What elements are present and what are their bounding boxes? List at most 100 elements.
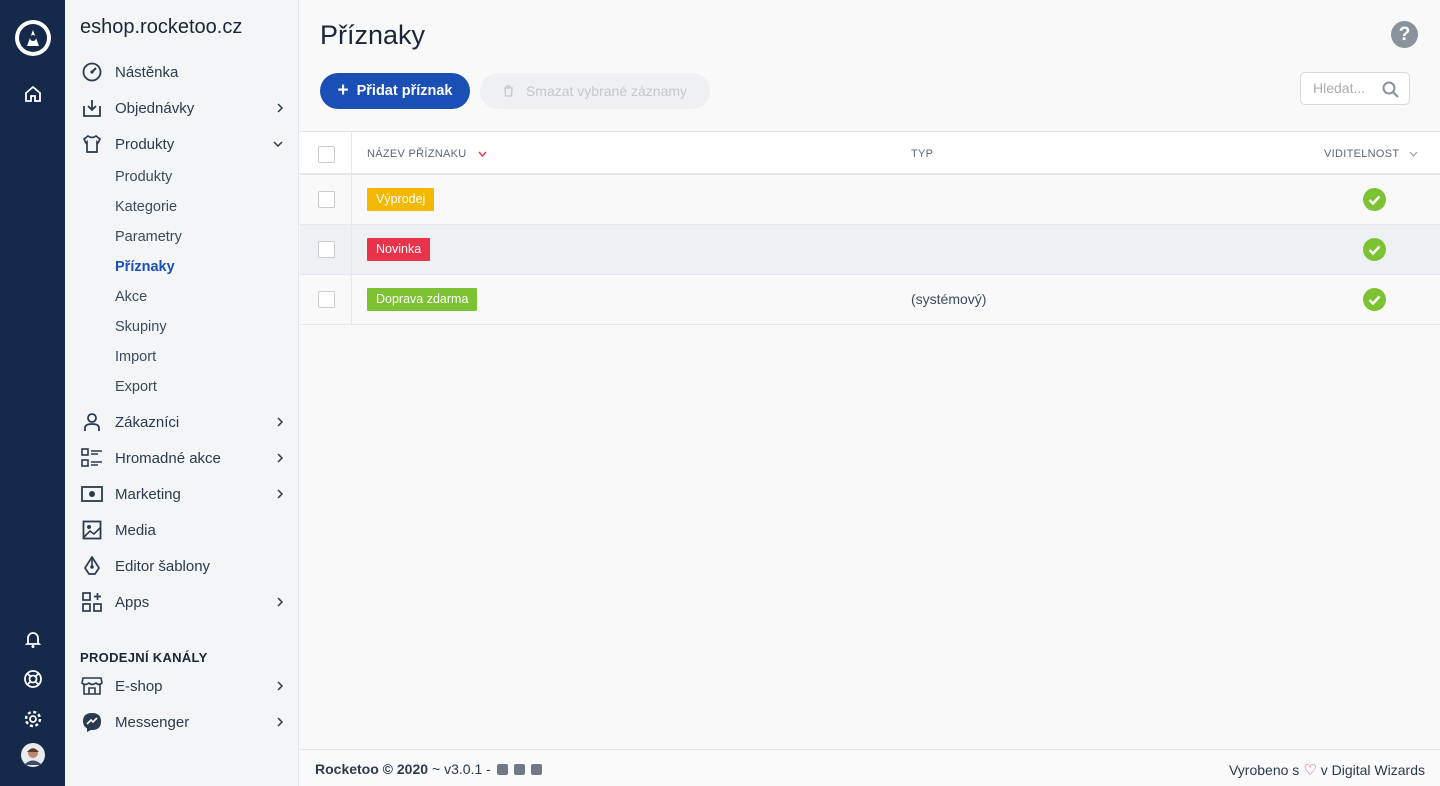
sidebar-item-label: Marketing	[115, 485, 181, 503]
visible-check-icon[interactable]	[1363, 238, 1386, 261]
column-visibility-label: VIDITELNOST	[1324, 148, 1400, 160]
rocketoo-logo-icon[interactable]	[0, 18, 65, 58]
pen-tool-icon	[80, 554, 104, 578]
app-rail	[0, 0, 65, 786]
sidebar-item-label: E-shop	[115, 677, 163, 695]
youtube-icon[interactable]	[513, 763, 525, 775]
row-checkbox[interactable]	[318, 291, 335, 308]
sidebar-item-label: Hromadné akce	[115, 449, 221, 467]
sidebar-item-orders[interactable]: Objednávky	[80, 93, 290, 123]
sidebar-item-messenger[interactable]: Messenger	[80, 707, 290, 737]
trash-icon	[503, 85, 513, 97]
sidebar-item-label: Apps	[115, 593, 150, 611]
sidebar-item-label: Nástěnka	[115, 63, 179, 81]
sidebar-item-eshop[interactable]: E-shop	[80, 671, 290, 701]
footer-brand-name: Rocketoo © 2020	[315, 761, 429, 777]
checkbox-column	[300, 275, 352, 324]
apps-icon	[80, 590, 104, 614]
flag-badge[interactable]: Výprodej	[367, 188, 435, 211]
bulk-actions-icon	[80, 446, 104, 470]
messenger-icon	[80, 710, 104, 734]
add-flag-button[interactable]: + Přidat příznak	[320, 73, 470, 109]
footer-made-prefix: Vyrobeno s	[1228, 762, 1300, 778]
section-title-sales-channels: PRODEJNÍ KANÁLY	[80, 650, 208, 665]
page-title: Příznaky	[320, 20, 426, 50]
sidebar-sub-groups[interactable]: Skupiny	[115, 317, 167, 337]
sort-desc-icon	[478, 151, 487, 158]
column-name-label: NÁZEV PŘÍZNAKU	[367, 148, 467, 160]
table-row[interactable]: Výprodej	[300, 175, 1440, 225]
visible-check-icon[interactable]	[1363, 288, 1386, 311]
footer-brand: Rocketoo © 2020 ~ v3.0.1 -	[315, 761, 542, 777]
sidebar: eshop.rocketoo.cz Nástěnka Objednávky Pr…	[65, 0, 299, 786]
chevron-right-icon	[277, 417, 284, 427]
checkbox-column	[300, 175, 352, 224]
checkbox-column	[300, 132, 352, 173]
sidebar-sub-export[interactable]: Export	[115, 377, 157, 397]
sidebar-sub-import[interactable]: Import	[115, 347, 156, 367]
footer-made-suffix[interactable]: v Digital Wizards	[1321, 762, 1425, 778]
help-icon[interactable]: ?	[1391, 21, 1418, 48]
flags-table: NÁZEV PŘÍZNAKU TYP VIDITELNOST Výprodej …	[300, 131, 1440, 325]
footer-credit: Vyrobeno s ♡ v Digital Wizards	[1229, 761, 1425, 779]
lifebuoy-icon[interactable]	[0, 669, 65, 689]
home-icon[interactable]	[0, 84, 65, 104]
sidebar-sub-flags[interactable]: Příznaky	[115, 257, 175, 277]
dashboard-icon	[80, 60, 104, 84]
bell-icon[interactable]	[0, 629, 65, 649]
sidebar-item-customers[interactable]: Zákazníci	[80, 407, 290, 437]
select-all-checkbox[interactable]	[318, 146, 335, 163]
sidebar-item-apps[interactable]: Apps	[80, 587, 290, 617]
chevron-right-icon	[277, 489, 284, 499]
row-checkbox[interactable]	[318, 191, 335, 208]
sidebar-item-template-editor[interactable]: Editor šablony	[80, 551, 290, 581]
sidebar-sub-parameters[interactable]: Parametry	[115, 227, 182, 247]
column-header-type[interactable]: TYP	[911, 148, 933, 160]
facebook-icon[interactable]	[496, 763, 508, 775]
column-header-name[interactable]: NÁZEV PŘÍZNAKU	[367, 148, 487, 160]
money-icon	[80, 482, 104, 506]
chevron-down-icon	[273, 141, 283, 148]
sidebar-item-label: Media	[115, 521, 156, 539]
sidebar-item-label: Messenger	[115, 713, 190, 731]
sidebar-sub-sales[interactable]: Akce	[115, 287, 147, 307]
sidebar-item-marketing[interactable]: Marketing	[80, 479, 290, 509]
heart-icon: ♡	[1303, 762, 1317, 779]
flag-type: (systémový)	[911, 291, 987, 307]
plus-icon: +	[337, 80, 349, 101]
checkbox-column	[300, 225, 352, 274]
search-box[interactable]	[1300, 72, 1410, 105]
shirt-icon	[80, 132, 104, 156]
docs-icon[interactable]	[530, 763, 542, 775]
chevron-down-icon	[1409, 151, 1418, 157]
table-row[interactable]: Doprava zdarma (systémový)	[300, 275, 1440, 325]
delete-selected-button[interactable]: Smazat vybrané záznamy	[480, 73, 710, 109]
gear-icon[interactable]	[0, 709, 65, 729]
inbox-icon	[80, 96, 104, 120]
table-row[interactable]: Novinka	[300, 225, 1440, 275]
avatar[interactable]	[0, 743, 65, 767]
main-content: Příznaky ? + Přidat příznak Smazat vybra…	[300, 0, 1440, 786]
sidebar-item-dashboard[interactable]: Nástěnka	[80, 57, 290, 87]
sidebar-item-label: Zákazníci	[115, 413, 180, 431]
delete-selected-label: Smazat vybrané záznamy	[525, 83, 688, 99]
search-icon[interactable]	[1382, 81, 1399, 98]
sidebar-item-label: Editor šablony	[115, 557, 211, 575]
sidebar-item-bulk-actions[interactable]: Hromadné akce	[80, 443, 290, 473]
sidebar-sub-categories[interactable]: Kategorie	[115, 197, 177, 217]
flag-badge[interactable]: Novinka	[367, 238, 431, 261]
chevron-right-icon	[277, 453, 284, 463]
add-flag-label: Přidat příznak	[356, 83, 453, 99]
flag-badge[interactable]: Doprava zdarma	[367, 288, 478, 311]
row-checkbox[interactable]	[318, 241, 335, 258]
column-header-visibility[interactable]: VIDITELNOST	[1324, 148, 1418, 160]
visible-check-icon[interactable]	[1363, 188, 1386, 211]
sidebar-item-products[interactable]: Produkty	[80, 129, 290, 159]
sidebar-sub-products[interactable]: Produkty	[115, 167, 172, 187]
sidebar-item-media[interactable]: Media	[80, 515, 290, 545]
search-input[interactable]	[1313, 80, 1379, 96]
store-icon	[80, 674, 104, 698]
shop-name[interactable]: eshop.rocketoo.cz	[80, 16, 242, 39]
chevron-right-icon	[277, 103, 284, 113]
chevron-right-icon	[277, 717, 284, 727]
